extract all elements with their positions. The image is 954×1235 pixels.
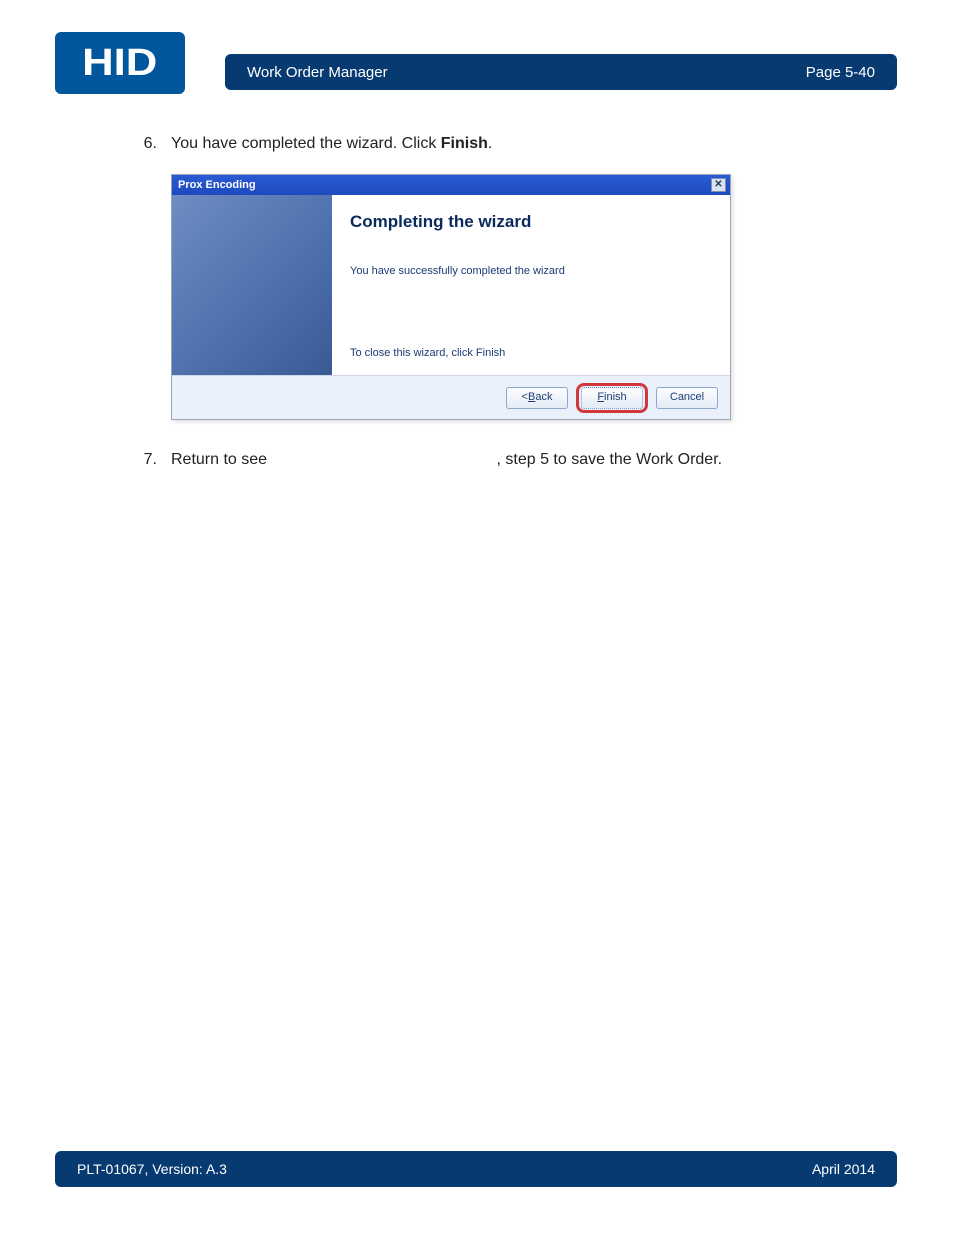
header-page-number: Page 5-40 xyxy=(806,64,875,81)
close-icon: ✕ xyxy=(714,180,722,190)
wizard-cancel-label: Cancel xyxy=(670,389,704,406)
page-content: 6. You have completed the wizard. Click … xyxy=(135,132,895,490)
step-7-number: 7. xyxy=(135,448,157,472)
footer-doc-id: PLT-01067, Version: A.3 xyxy=(77,1161,227,1177)
step-7-text: Return to see , step 5 to save the Work … xyxy=(171,448,722,472)
footer-date: April 2014 xyxy=(812,1161,875,1177)
step-6-post: . xyxy=(488,135,492,152)
wizard-title-text: Prox Encoding xyxy=(178,177,256,194)
step-6: 6. You have completed the wizard. Click … xyxy=(135,132,895,156)
step-7-pre: Return to see xyxy=(171,451,272,468)
wizard-finish-highlight: Finish xyxy=(576,383,648,413)
wizard-body: Completing the wizard You have successfu… xyxy=(172,195,730,375)
wizard-main: Completing the wizard You have successfu… xyxy=(332,195,730,375)
wizard-button-bar: < Back Finish Cancel xyxy=(172,375,730,419)
wizard-finish-rest: inish xyxy=(604,389,627,406)
brand-logo-text: HID xyxy=(82,42,157,85)
wizard-finish-button[interactable]: Finish xyxy=(581,387,643,409)
page-header: Work Order Manager Page 5-40 xyxy=(225,54,897,90)
step-6-number: 6. xyxy=(135,132,157,156)
step-6-text: You have completed the wizard. Click Fin… xyxy=(171,132,492,156)
step-6-bold: Finish xyxy=(441,135,488,152)
wizard-message: You have successfully completed the wiza… xyxy=(350,263,712,280)
wizard-back-underline: B xyxy=(528,389,535,406)
wizard-side-graphic xyxy=(172,195,332,375)
page-footer: PLT-01067, Version: A.3 April 2014 xyxy=(55,1151,897,1187)
step-7: 7. Return to see , step 5 to save the Wo… xyxy=(135,448,895,472)
brand-logo: HID xyxy=(55,32,185,94)
wizard-cancel-button[interactable]: Cancel xyxy=(656,387,718,409)
wizard-close-button[interactable]: ✕ xyxy=(711,178,726,192)
wizard-finish-underline: F xyxy=(597,389,604,406)
wizard-titlebar: Prox Encoding ✕ xyxy=(172,175,730,195)
step-7-post: , step 5 to save the Work Order. xyxy=(497,451,723,468)
wizard-heading: Completing the wizard xyxy=(350,209,712,235)
wizard-close-hint: To close this wizard, click Finish xyxy=(350,345,712,362)
wizard-back-rest: ack xyxy=(535,389,552,406)
wizard-dialog: Prox Encoding ✕ Completing the wizard Yo… xyxy=(171,174,731,420)
wizard-back-button[interactable]: < Back xyxy=(506,387,568,409)
header-title: Work Order Manager xyxy=(247,64,388,81)
step-6-pre: You have completed the wizard. Click xyxy=(171,135,441,152)
